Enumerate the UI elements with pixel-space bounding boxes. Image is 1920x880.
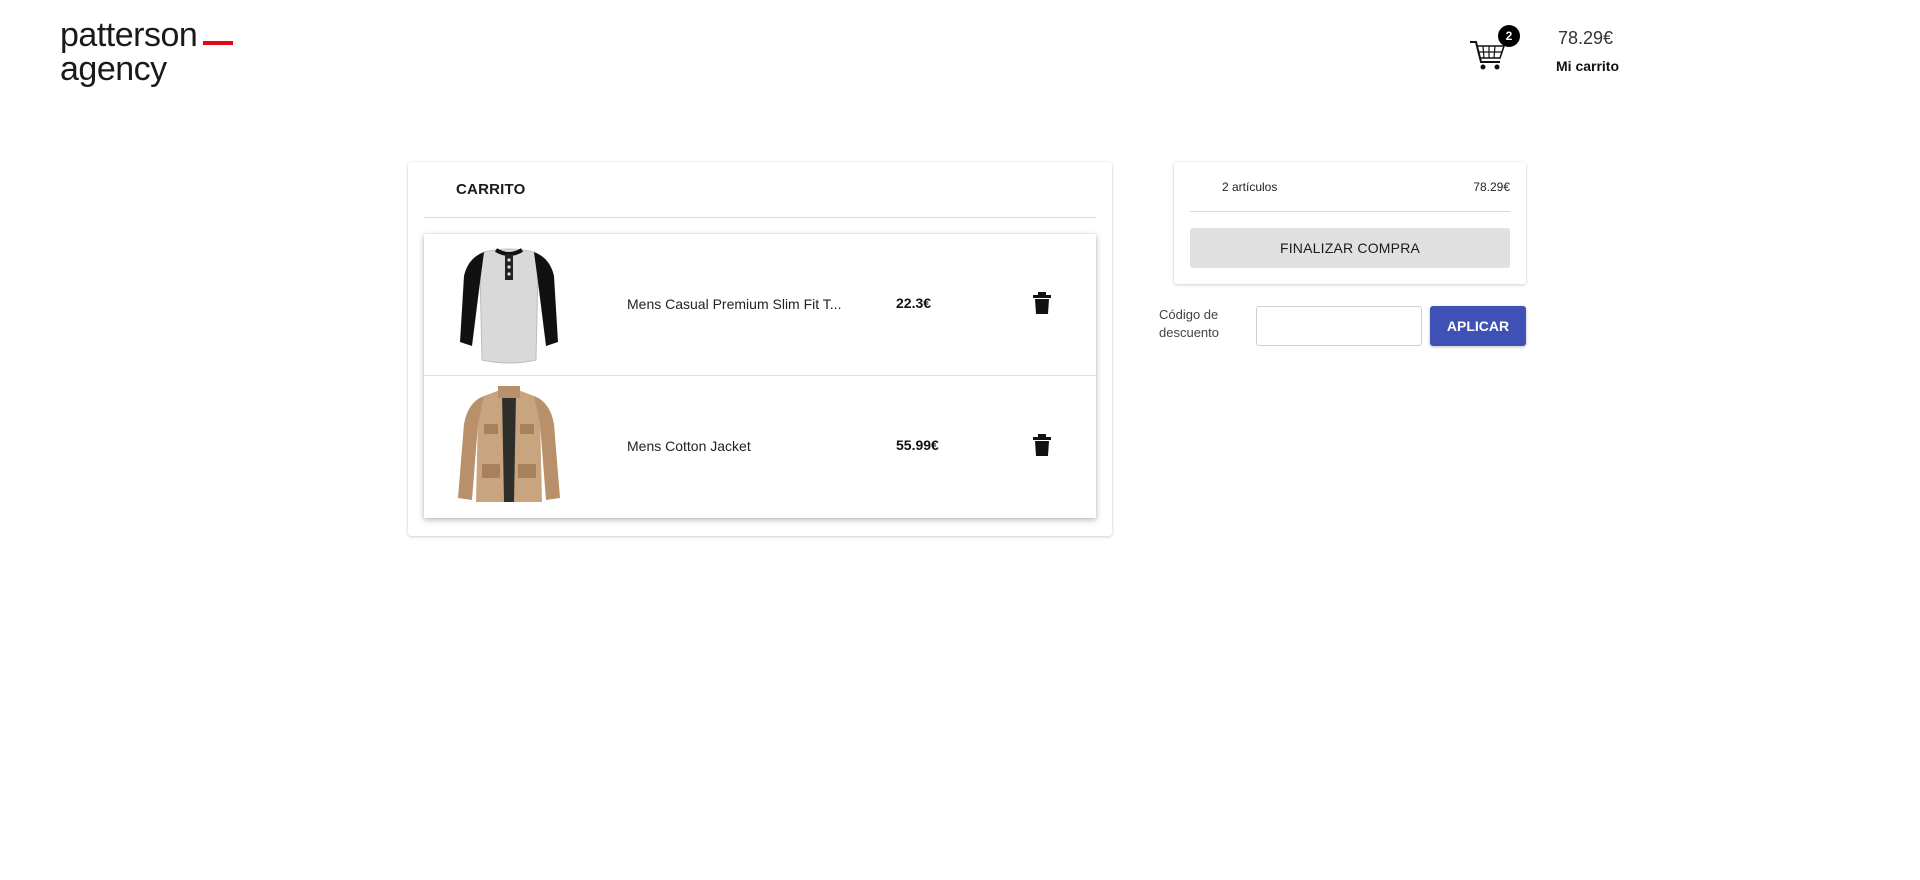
apply-discount-button[interactable]: APLICAR xyxy=(1430,306,1526,346)
mini-cart[interactable]: 2 78.29€ Mi carrito xyxy=(1468,22,1648,82)
logo-line-1: patterson xyxy=(60,16,234,54)
discount-code-label: Código de descuento xyxy=(1159,307,1219,340)
discount-code-input[interactable] xyxy=(1256,306,1422,346)
product-price: 55.99€ xyxy=(896,437,939,453)
brand-logo[interactable]: patterson agency xyxy=(60,16,234,88)
divider xyxy=(1190,211,1510,212)
logo-text-agency: agency xyxy=(60,50,167,88)
divider xyxy=(424,217,1096,218)
product-name[interactable]: Mens Casual Premium Slim Fit T... xyxy=(627,296,847,312)
my-cart-label: Mi carrito xyxy=(1556,58,1620,74)
product-price: 22.3€ xyxy=(896,295,932,311)
delete-item-trash-icon[interactable] xyxy=(1032,434,1052,456)
cart-total-amount: 78.29€ xyxy=(1558,28,1614,48)
cart-count-badge: 2 xyxy=(1498,25,1520,47)
summary-total: 78.29€ xyxy=(1473,180,1510,194)
cart-panel: CARRITO Mens Casual Premium Slim Fit T..… xyxy=(408,162,1112,536)
cart-item: Mens Casual Premium Slim Fit T... 22.3€ xyxy=(424,234,1096,376)
product-name[interactable]: Mens Cotton Jacket xyxy=(627,438,847,454)
order-summary-panel: 2 artículos 78.29€ FINALIZAR COMPRA xyxy=(1174,162,1526,284)
logo-accent-bar xyxy=(203,41,234,45)
cart-title: CARRITO xyxy=(456,181,526,198)
product-image-cotton-jacket xyxy=(458,386,560,502)
delete-item-trash-icon[interactable] xyxy=(1032,292,1052,314)
summary-item-count: 2 artículos xyxy=(1222,180,1278,194)
logo-text-patterson: patterson xyxy=(60,16,198,54)
checkout-button[interactable]: FINALIZAR COMPRA xyxy=(1190,228,1510,268)
product-image-henley-shirt xyxy=(460,248,558,364)
cart-items-list: Mens Casual Premium Slim Fit T... 22.3€ xyxy=(424,234,1096,518)
header: patterson agency 2 78.29€ Mi carrito xyxy=(0,0,1920,120)
cart-item: Mens Cotton Jacket 55.99€ xyxy=(424,376,1096,518)
